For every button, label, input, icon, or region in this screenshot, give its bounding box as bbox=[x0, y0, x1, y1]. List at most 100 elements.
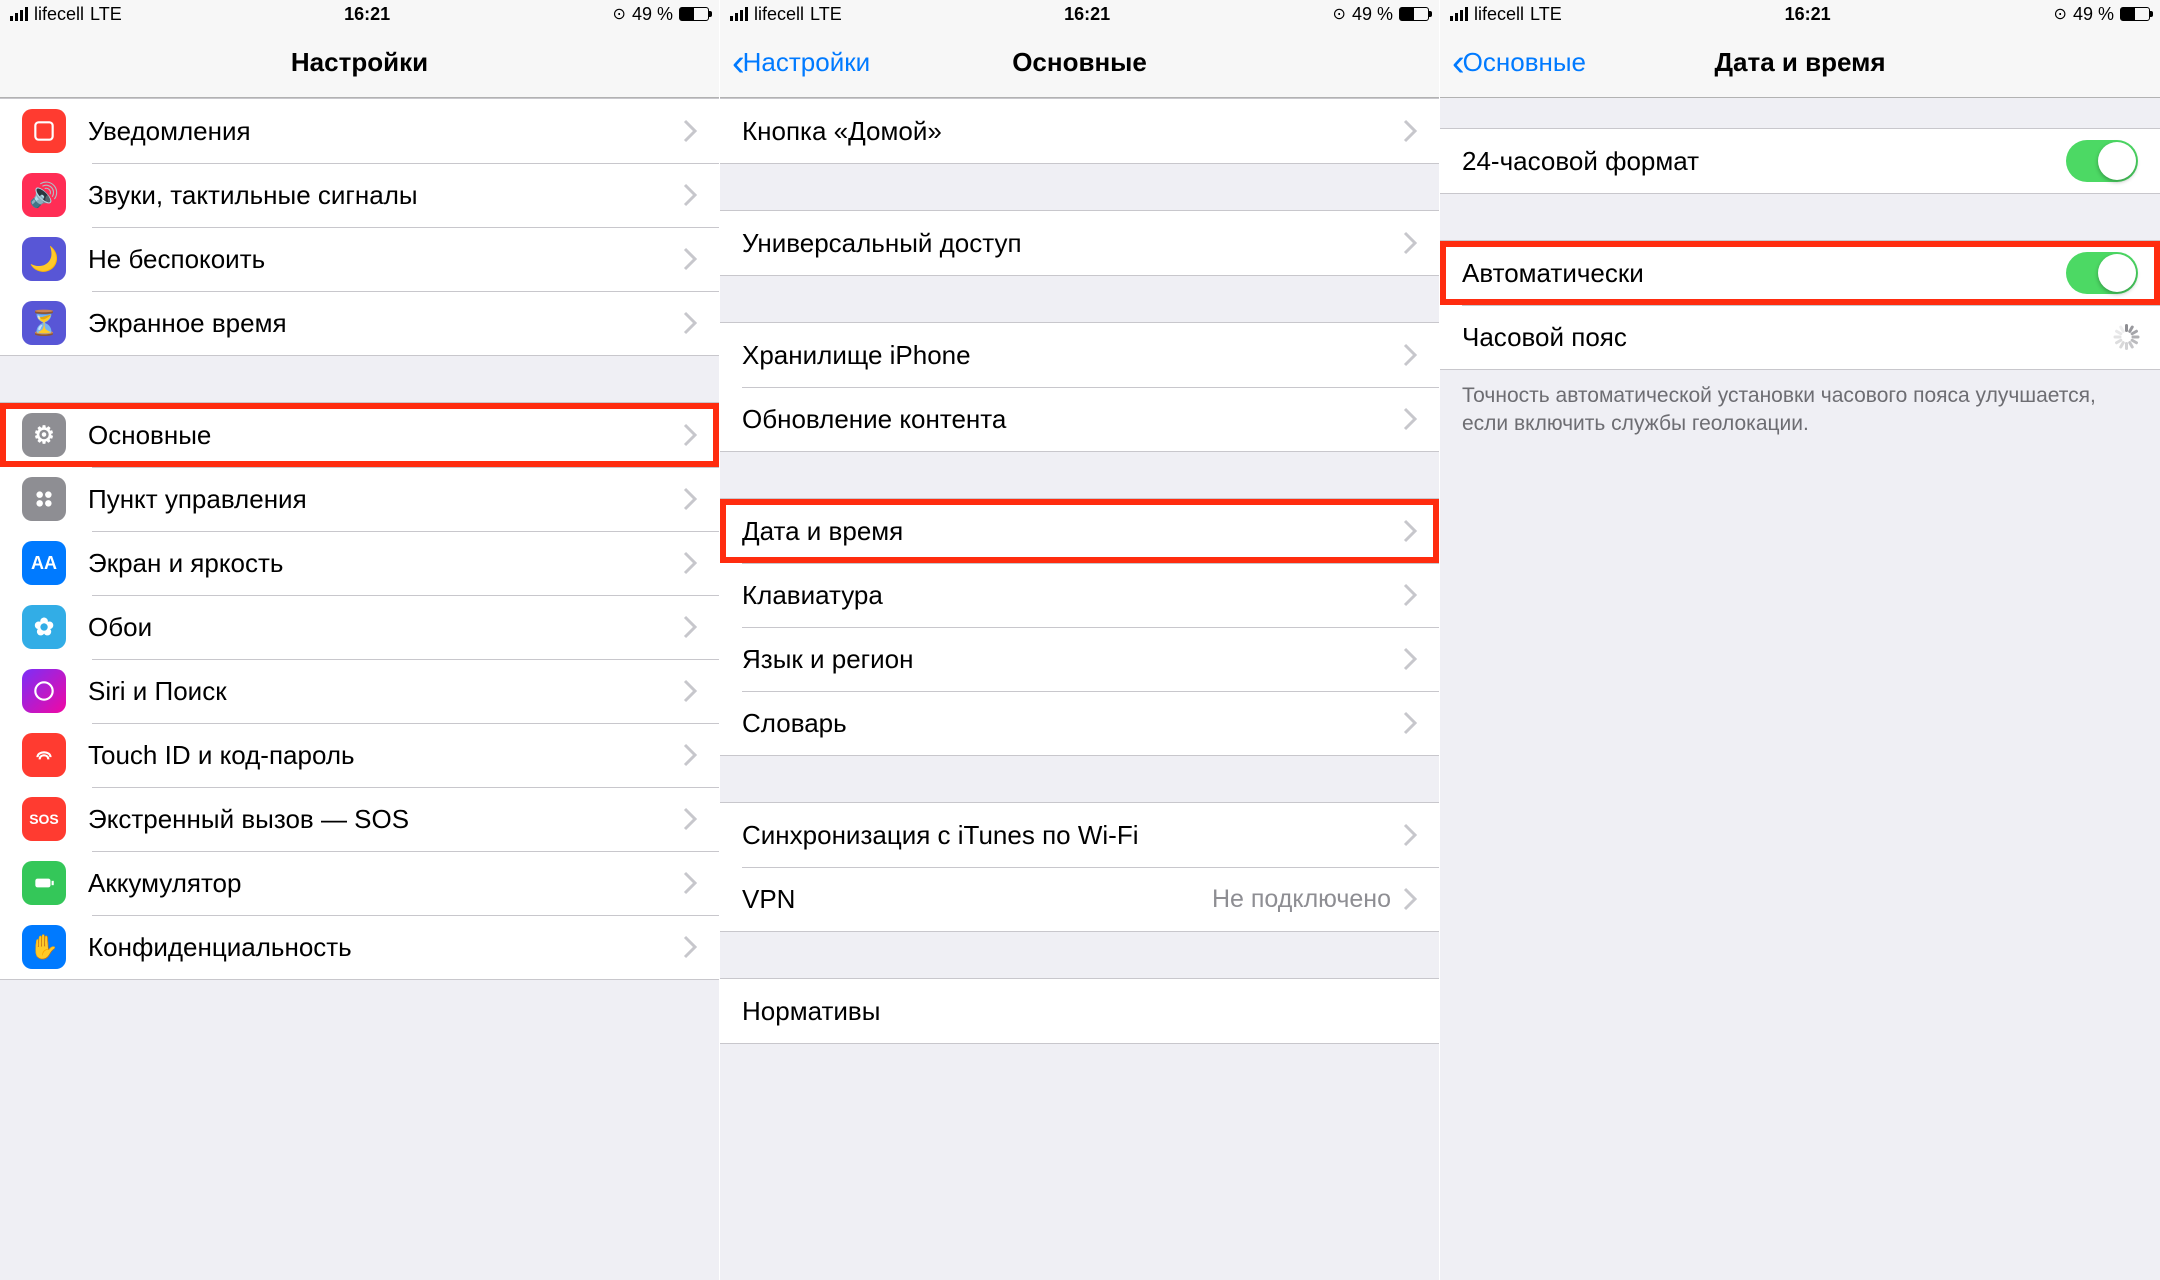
status-bar: lifecell LTE 16:21 ⊙ 49 % bbox=[720, 0, 1439, 28]
row-do-not-disturb[interactable]: 🌙 Не беспокоить bbox=[0, 227, 719, 291]
chevron-right-icon bbox=[683, 743, 697, 767]
row-label: Автоматически bbox=[1462, 258, 2066, 289]
battery-pct: 49 % bbox=[2073, 4, 2114, 25]
status-bar: lifecell LTE 16:21 ⊙ 49 % bbox=[1440, 0, 2160, 28]
battery-row-icon bbox=[22, 861, 66, 905]
network-label: LTE bbox=[1530, 4, 1562, 25]
battery-icon bbox=[2120, 7, 2150, 21]
chevron-right-icon bbox=[683, 247, 697, 271]
carrier-label: lifecell bbox=[34, 4, 84, 25]
row-label: Синхронизация с iTunes по Wi-Fi bbox=[742, 820, 1403, 851]
row-label: VPN bbox=[742, 884, 1212, 915]
row-battery[interactable]: Аккумулятор bbox=[0, 851, 719, 915]
switch-auto[interactable] bbox=[2066, 252, 2138, 294]
row-background-refresh[interactable]: Обновление контента bbox=[720, 387, 1439, 451]
row-label: Язык и регион bbox=[742, 644, 1403, 675]
alarm-icon: ⊙ bbox=[2054, 4, 2067, 24]
row-touchid[interactable]: Touch ID и код-пароль bbox=[0, 723, 719, 787]
chevron-right-icon bbox=[1403, 119, 1417, 143]
nav-bar: Настройки bbox=[0, 28, 719, 98]
row-accessibility[interactable]: Универсальный доступ bbox=[720, 211, 1439, 275]
chevron-right-icon bbox=[683, 615, 697, 639]
back-label: Основные bbox=[1463, 47, 1586, 78]
chevron-right-icon bbox=[1403, 231, 1417, 255]
row-wallpaper[interactable]: ✿ Обои bbox=[0, 595, 719, 659]
signal-icon bbox=[730, 7, 748, 21]
row-notifications[interactable]: Уведомления bbox=[0, 99, 719, 163]
signal-icon bbox=[10, 7, 28, 21]
footer-note: Точность автоматической установки часово… bbox=[1440, 370, 2160, 451]
control-center-icon bbox=[22, 477, 66, 521]
chevron-right-icon bbox=[683, 679, 697, 703]
back-button[interactable]: ‹ Настройки bbox=[732, 44, 870, 82]
row-label: Не беспокоить bbox=[88, 244, 683, 275]
chevron-right-icon bbox=[1403, 583, 1417, 607]
row-itunes-wifi[interactable]: Синхронизация с iTunes по Wi-Fi bbox=[720, 803, 1439, 867]
chevron-right-icon bbox=[1403, 519, 1417, 543]
row-timezone[interactable]: Часовой пояс bbox=[1440, 305, 2160, 369]
chevron-right-icon bbox=[683, 935, 697, 959]
chevron-right-icon bbox=[683, 183, 697, 207]
row-24hour[interactable]: 24-часовой формат bbox=[1440, 129, 2160, 193]
row-label: 24-часовой формат bbox=[1462, 146, 2066, 177]
chevron-right-icon bbox=[1403, 343, 1417, 367]
chevron-right-icon bbox=[683, 423, 697, 447]
status-bar: lifecell LTE 16:21 ⊙ 49 % bbox=[0, 0, 719, 28]
row-dictionary[interactable]: Словарь bbox=[720, 691, 1439, 755]
page-title: Настройки bbox=[0, 47, 719, 78]
row-label: Кнопка «Домой» bbox=[742, 116, 1403, 147]
screentime-icon: ⏳ bbox=[22, 301, 66, 345]
row-storage[interactable]: Хранилище iPhone bbox=[720, 323, 1439, 387]
row-privacy[interactable]: ✋ Конфиденциальность bbox=[0, 915, 719, 979]
row-home-button[interactable]: Кнопка «Домой» bbox=[720, 99, 1439, 163]
network-label: LTE bbox=[90, 4, 122, 25]
sounds-icon: 🔊 bbox=[22, 173, 66, 217]
row-sounds[interactable]: 🔊 Звуки, тактильные сигналы bbox=[0, 163, 719, 227]
alarm-icon: ⊙ bbox=[613, 4, 626, 24]
row-auto[interactable]: Автоматически bbox=[1440, 241, 2160, 305]
row-vpn[interactable]: VPN Не подключено bbox=[720, 867, 1439, 931]
back-button[interactable]: ‹ Основные bbox=[1452, 44, 1586, 82]
screen-general: lifecell LTE 16:21 ⊙ 49 % ‹ Настройки Ос… bbox=[720, 0, 1440, 1280]
switch-24hour[interactable] bbox=[2066, 140, 2138, 182]
row-label: Универсальный доступ bbox=[742, 228, 1403, 259]
row-language[interactable]: Язык и регион bbox=[720, 627, 1439, 691]
chevron-right-icon bbox=[683, 119, 697, 143]
row-label: Основные bbox=[88, 420, 683, 451]
notifications-icon bbox=[22, 109, 66, 153]
row-label: Экран и яркость bbox=[88, 548, 683, 579]
row-regulatory[interactable]: Нормативы bbox=[720, 979, 1439, 1043]
row-label: Звуки, тактильные сигналы bbox=[88, 180, 683, 211]
row-label: Словарь bbox=[742, 708, 1403, 739]
back-label: Настройки bbox=[743, 47, 871, 78]
wallpaper-icon: ✿ bbox=[22, 605, 66, 649]
battery-pct: 49 % bbox=[632, 4, 673, 25]
battery-icon bbox=[679, 7, 709, 21]
screen-settings: lifecell LTE 16:21 ⊙ 49 % Настройки Увед… bbox=[0, 0, 720, 1280]
row-display[interactable]: AA Экран и яркость bbox=[0, 531, 719, 595]
row-sos[interactable]: SOS Экстренный вызов — SOS bbox=[0, 787, 719, 851]
carrier-label: lifecell bbox=[1474, 4, 1524, 25]
privacy-icon: ✋ bbox=[22, 925, 66, 969]
row-label: Обновление контента bbox=[742, 404, 1403, 435]
chevron-right-icon bbox=[683, 487, 697, 511]
dnd-icon: 🌙 bbox=[22, 237, 66, 281]
row-general[interactable]: ⚙ Основные bbox=[0, 403, 719, 467]
chevron-right-icon bbox=[1403, 711, 1417, 735]
siri-icon bbox=[22, 669, 66, 713]
row-label: Экстренный вызов — SOS bbox=[88, 804, 683, 835]
row-keyboard[interactable]: Клавиатура bbox=[720, 563, 1439, 627]
status-time: 16:21 bbox=[1785, 4, 1831, 25]
row-screen-time[interactable]: ⏳ Экранное время bbox=[0, 291, 719, 355]
row-value: Не подключено bbox=[1212, 885, 1391, 914]
status-time: 16:21 bbox=[1064, 4, 1110, 25]
screen-date-time: lifecell LTE 16:21 ⊙ 49 % ‹ Основные Дат… bbox=[1440, 0, 2160, 1280]
row-date-time[interactable]: Дата и время bbox=[720, 499, 1439, 563]
row-control-center[interactable]: Пункт управления bbox=[0, 467, 719, 531]
row-label: Siri и Поиск bbox=[88, 676, 683, 707]
row-label: Конфиденциальность bbox=[88, 932, 683, 963]
general-icon: ⚙ bbox=[22, 413, 66, 457]
row-label: Уведомления bbox=[88, 116, 683, 147]
row-siri[interactable]: Siri и Поиск bbox=[0, 659, 719, 723]
row-label: Дата и время bbox=[742, 516, 1403, 547]
